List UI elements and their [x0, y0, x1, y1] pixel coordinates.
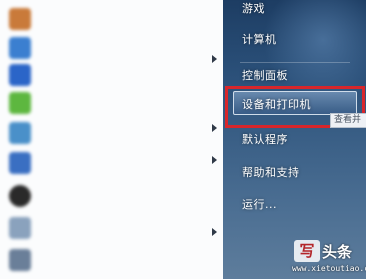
- menu-item-default-programs[interactable]: 默认程序: [242, 131, 288, 147]
- menu-item-games[interactable]: 游戏: [242, 0, 265, 16]
- app-icon: [9, 64, 31, 86]
- program-item[interactable]: [0, 181, 223, 211]
- menu-item-run[interactable]: 运行...: [242, 196, 277, 212]
- program-item[interactable]: [0, 245, 223, 275]
- watermark-name: 头条: [322, 243, 353, 261]
- menu-item-help-support[interactable]: 帮助和支持: [242, 164, 300, 180]
- program-item[interactable]: [0, 118, 223, 148]
- program-item[interactable]: [0, 213, 223, 243]
- app-icon: [9, 152, 31, 174]
- app-icon: [9, 37, 31, 59]
- app-icon: [9, 122, 31, 144]
- watermark-url: www.xietoutiao.com: [292, 264, 366, 273]
- program-list: [0, 0, 223, 279]
- menu-separator: [240, 62, 350, 63]
- submenu-arrow-icon[interactable]: [212, 156, 217, 164]
- tooltip: 查看并: [330, 113, 366, 128]
- watermark-logo-icon: 写: [294, 240, 320, 262]
- glass-glow: [263, 0, 366, 100]
- program-item[interactable]: [0, 4, 223, 34]
- app-icon: [9, 92, 31, 114]
- submenu-arrow-icon[interactable]: [212, 228, 217, 236]
- app-icon: [9, 8, 31, 30]
- program-item[interactable]: [0, 88, 223, 118]
- menu-item-control-panel[interactable]: 控制面板: [242, 67, 288, 83]
- menu-item-computer[interactable]: 计算机: [242, 31, 277, 47]
- app-icon: [9, 249, 31, 271]
- submenu-arrow-icon[interactable]: [212, 124, 217, 132]
- program-item[interactable]: [0, 60, 223, 90]
- app-icon: [9, 217, 31, 239]
- program-item[interactable]: [0, 33, 223, 63]
- submenu-arrow-icon[interactable]: [212, 55, 217, 63]
- qq-icon: [9, 185, 31, 207]
- program-item[interactable]: [0, 148, 223, 178]
